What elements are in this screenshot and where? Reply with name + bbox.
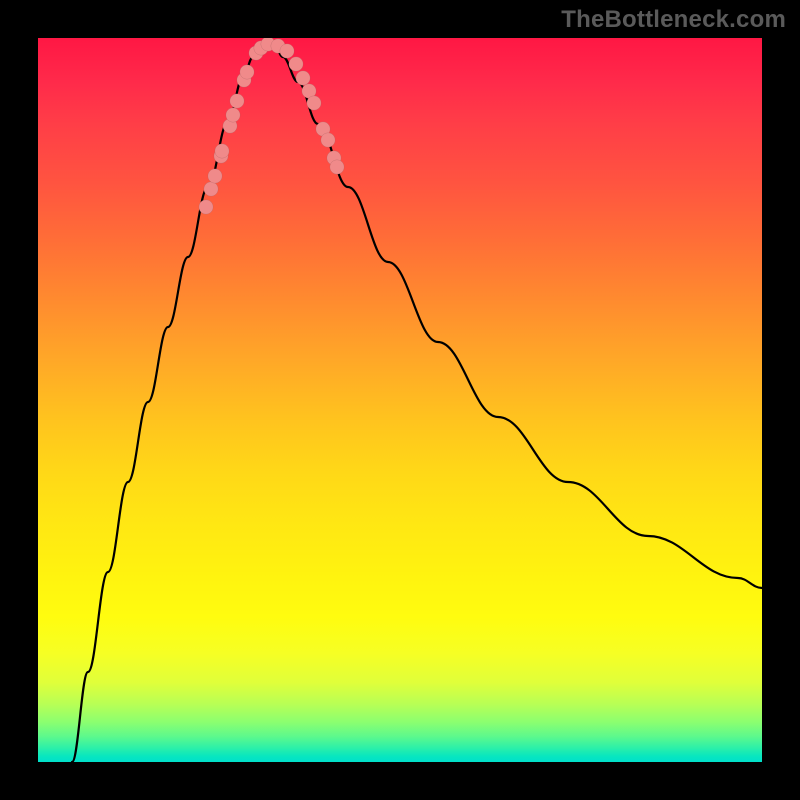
data-dot [240,65,254,79]
data-dot [199,200,213,214]
data-dot [289,57,303,71]
data-dots-group [199,38,344,214]
data-dot [226,108,240,122]
data-dot [204,182,218,196]
data-dot [280,44,294,58]
data-dot [208,169,222,183]
data-dot [330,160,344,174]
data-dot [307,96,321,110]
data-dot [230,94,244,108]
curve-right-arm [273,42,762,588]
plot-area [38,38,762,762]
watermark-text: TheBottleneck.com [561,6,786,34]
data-dot [296,71,310,85]
data-dot [215,144,229,158]
curve-left-arm [72,42,263,762]
curve-svg [38,38,762,762]
chart-frame: TheBottleneck.com [0,0,800,800]
data-dot [321,133,335,147]
